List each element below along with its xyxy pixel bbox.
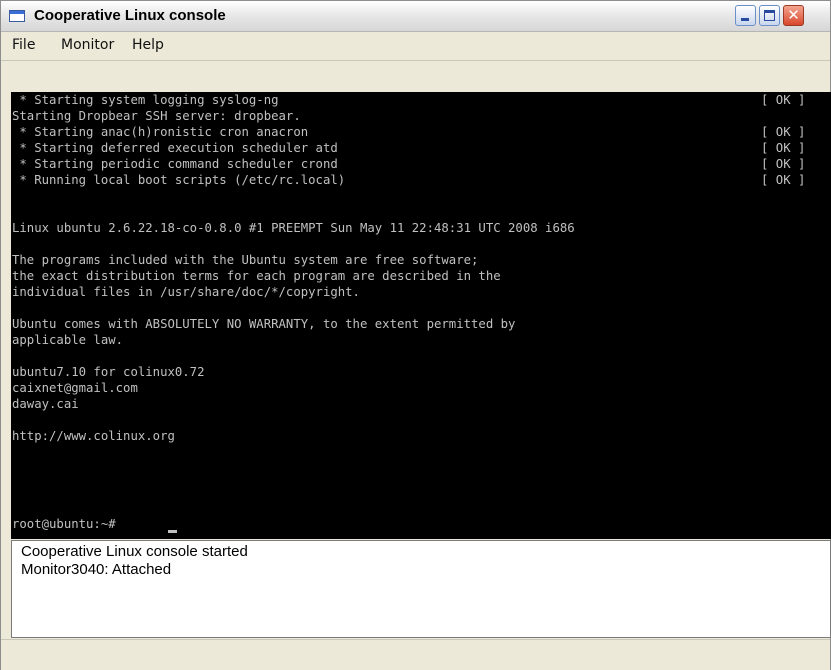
terminal-output[interactable]: * Starting system logging syslog-ng Star… (11, 92, 831, 539)
maximize-button[interactable] (759, 5, 780, 26)
maximize-icon (764, 10, 775, 21)
close-icon: ✕ (787, 6, 800, 24)
console-app-icon (9, 10, 25, 22)
monitor-log[interactable]: Cooperative Linux console started Monito… (11, 540, 831, 638)
terminal-line: * Starting deferred execution scheduler … (12, 141, 338, 155)
terminal-line: * Starting periodic command scheduler cr… (12, 157, 338, 171)
terminal-line: * Starting system logging syslog-ng (12, 93, 279, 107)
terminal-line: caixnet@gmail.com (12, 381, 138, 395)
terminal-line: Starting Dropbear SSH server: dropbear. (12, 109, 301, 123)
menu-monitor[interactable]: Monitor (61, 37, 114, 53)
log-line: Monitor3040: Attached (21, 561, 172, 578)
minimize-button[interactable] (735, 5, 756, 26)
status-ok: [ OK ] (761, 141, 806, 155)
terminal-line: The programs included with the Ubuntu sy… (12, 253, 479, 267)
log-line: Cooperative Linux console started (21, 543, 248, 560)
terminal-line: * Starting anac(h)ronistic cron anacron (12, 125, 309, 139)
status-bar (1, 639, 830, 670)
terminal-line: Linux ubuntu 2.6.22.18-co-0.8.0 #1 PREEM… (12, 221, 575, 235)
minimize-icon (741, 18, 749, 21)
console-left-margin (1, 92, 11, 639)
text-cursor (168, 530, 177, 533)
terminal-line: * Running local boot scripts (/etc/rc.lo… (12, 173, 346, 187)
title-bar[interactable]: Cooperative Linux console ✕ (1, 1, 830, 32)
terminal-line: http://www.colinux.org (12, 429, 175, 443)
console-window: Cooperative Linux console ✕ File Monitor… (0, 0, 831, 670)
terminal-prompt: root@ubuntu:~# (12, 517, 124, 531)
terminal-line: individual files in /usr/share/doc/*/cop… (12, 285, 360, 299)
terminal-line: the exact distribution terms for each pr… (12, 269, 501, 283)
menu-bar: File Monitor Help (1, 32, 830, 61)
terminal-line: applicable law. (12, 333, 124, 347)
menu-help[interactable]: Help (132, 37, 164, 53)
close-button[interactable]: ✕ (783, 5, 804, 26)
terminal-line: daway.cai (12, 397, 79, 411)
status-ok: [ OK ] (761, 173, 806, 187)
terminal-line: Ubuntu comes with ABSOLUTELY NO WARRANTY… (12, 317, 516, 331)
status-ok: [ OK ] (761, 125, 806, 139)
menu-file[interactable]: File (12, 37, 35, 53)
status-ok: [ OK ] (761, 157, 806, 171)
window-title: Cooperative Linux console (34, 7, 226, 24)
terminal-line: ubuntu7.10 for colinux0.72 (12, 365, 205, 379)
status-ok: [ OK ] (761, 93, 806, 107)
